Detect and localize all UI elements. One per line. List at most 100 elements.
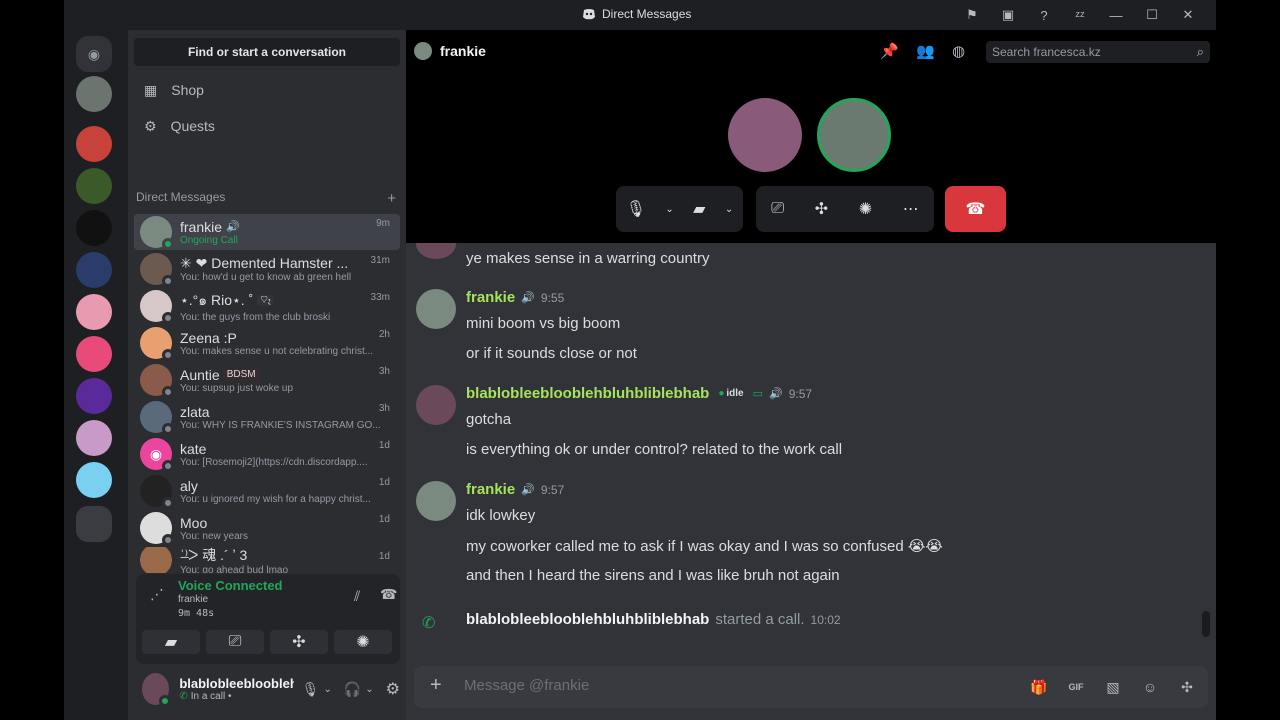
add-friend-icon[interactable]: 👥: [916, 42, 935, 60]
close-button[interactable]: ✕: [1170, 4, 1206, 26]
user-avatar[interactable]: [142, 673, 172, 707]
voice-status[interactable]: Voice Connected: [178, 578, 283, 593]
server-icon[interactable]: [76, 336, 112, 372]
help-icon[interactable]: ?: [1026, 4, 1062, 26]
dm-name: aly: [180, 477, 198, 494]
call-participant-avatar[interactable]: [728, 98, 802, 172]
server-icon[interactable]: [76, 126, 112, 162]
find-conversation-button[interactable]: Find or start a conversation: [134, 38, 400, 66]
inbox-icon[interactable]: ▣: [990, 4, 1026, 26]
server-icon[interactable]: [76, 210, 112, 246]
voice-channel[interactable]: frankie: [178, 594, 208, 605]
camera-off-icon[interactable]: ▰: [693, 199, 705, 219]
dm-item[interactable]: Moo You: new years 1d: [134, 510, 400, 546]
screenshare-button[interactable]: ⎚: [206, 630, 264, 654]
server-icon[interactable]: [76, 294, 112, 330]
dm-name: Auntie: [180, 366, 220, 383]
more-icon[interactable]: ⋯: [903, 199, 919, 219]
avatar[interactable]: [416, 481, 456, 521]
avatar[interactable]: [416, 289, 456, 329]
home-button[interactable]: ◉: [76, 36, 112, 72]
disconnect-icon[interactable]: ☎: [380, 586, 397, 603]
scrollbar[interactable]: [1202, 611, 1210, 637]
camera-button[interactable]: ▰: [142, 630, 200, 654]
hangup-button[interactable]: ☎: [945, 186, 1006, 232]
avatar: [140, 327, 174, 361]
create-dm-icon[interactable]: +: [387, 190, 396, 207]
headphones-icon[interactable]: 🎧: [344, 681, 361, 698]
dm-item[interactable]: Zeena :P You: makes sense u not celebrati…: [134, 325, 400, 361]
dm-tag: BDSM: [223, 369, 259, 380]
nav-quests[interactable]: ⚙ Quests: [134, 108, 400, 144]
dm-time: 1d: [378, 440, 390, 451]
hangup-icon: ☎: [965, 201, 986, 218]
chevron-down-icon[interactable]: ⌄: [323, 684, 331, 695]
server-icon[interactable]: [76, 252, 112, 288]
sticker-icon[interactable]: ▧: [1102, 676, 1124, 698]
author-name[interactable]: blablobleeblooblehbluhbliblebhab: [466, 385, 709, 402]
server-icon[interactable]: [76, 462, 112, 498]
dm-item[interactable]: aly You: u ignored my wish for a happy ch…: [134, 473, 400, 509]
noise-suppression-icon[interactable]: ⫽: [354, 588, 360, 605]
profile-icon[interactable]: ◍: [952, 42, 965, 60]
dm-header-label: Direct Messages: [136, 190, 226, 204]
dm-item[interactable]: ◉ kate You: [Rosemoji2](https://cdn.disco…: [134, 436, 400, 472]
nav-shop-label: Shop: [171, 82, 204, 98]
add-attachment-icon[interactable]: +: [430, 674, 442, 697]
dm-item[interactable]: ʿ̶⁾ᐳ 魂 .´ ʼ 3 You: go ahead bud lmao 1d: [134, 547, 400, 573]
dm-item[interactable]: frankie 🔊 Ongoing Call 9m: [134, 214, 400, 250]
call-text: started a call.: [715, 611, 805, 628]
message-input[interactable]: Message @frankie: [464, 677, 589, 694]
gif-icon[interactable]: GIF: [1065, 676, 1087, 698]
user-panel: blablobleeblooblehbl... ✆In a call • 🎙 ⌄…: [136, 664, 400, 714]
nav-shop[interactable]: ▦ Shop: [134, 72, 400, 108]
user-status: In a call •: [190, 691, 232, 702]
dm-time: 1d: [378, 477, 390, 488]
server-icon[interactable]: [76, 378, 112, 414]
signal-icon[interactable]: ⋰: [150, 586, 164, 603]
recipient-name[interactable]: frankie: [440, 43, 486, 59]
author-name[interactable]: frankie: [466, 289, 515, 306]
sleep-icon[interactable]: ᶻᶻ: [1062, 4, 1098, 26]
screenshare-icon[interactable]: ⎚: [771, 200, 784, 218]
voice-duration: 9m 48s: [178, 608, 215, 619]
mic-icon[interactable]: 🎙: [626, 199, 646, 219]
settings-icon[interactable]: ⚙: [386, 679, 400, 699]
dm-item[interactable]: zlata You: WHY IS FRANKIE'S INSTAGRAM GO.…: [134, 399, 400, 435]
server-icon[interactable]: [76, 168, 112, 204]
avatar[interactable]: [416, 385, 456, 425]
activity-button[interactable]: ✣: [270, 630, 328, 654]
server-icon[interactable]: [76, 420, 112, 456]
chevron-down-icon[interactable]: ⌄: [365, 684, 373, 695]
author-name[interactable]: blablobleeblooblehbluhbliblebhab: [466, 611, 709, 628]
maximize-button[interactable]: ☐: [1134, 4, 1170, 26]
call-participant-avatar[interactable]: [817, 98, 891, 172]
dm-item[interactable]: Auntie BDSM You: supsup just woke up 3h: [134, 362, 400, 398]
dm-item[interactable]: ⋆.°๑ Rio⋆. ˚ ♡ෑ You: the guys from the clu…: [134, 288, 400, 324]
call-server-avatar[interactable]: [76, 76, 112, 112]
chevron-down-icon[interactable]: ⌄: [665, 204, 673, 215]
activity-icon[interactable]: ✣: [815, 199, 828, 219]
search-icon[interactable]: ⌕: [1197, 44, 1204, 60]
activity-icon: ✣: [292, 634, 306, 651]
dm-time: 1d: [378, 514, 390, 525]
author-name[interactable]: frankie: [466, 481, 515, 498]
window-title: Direct Messages: [582, 7, 691, 21]
pin-icon[interactable]: 📌: [880, 42, 899, 60]
user-name[interactable]: blablobleeblooblehbl...: [179, 676, 293, 691]
search-input[interactable]: Search francesca.kz: [986, 41, 1210, 63]
soundboard-button[interactable]: ✺: [334, 630, 392, 654]
phone-icon: ✆: [422, 615, 436, 632]
gift-icon[interactable]: 🎁: [1028, 676, 1050, 698]
minimize-button[interactable]: —: [1098, 4, 1134, 26]
soundboard-icon[interactable]: ✺: [859, 199, 872, 219]
mic-icon[interactable]: 🎙: [302, 681, 320, 698]
message-time: 9:55: [540, 290, 565, 305]
server-folder[interactable]: [76, 506, 112, 542]
dm-item[interactable]: ✳ ❤ Demented Hamster ... You: how'd u get…: [134, 251, 400, 287]
phone-icon: ✆: [179, 691, 188, 702]
apps-icon[interactable]: ✣: [1176, 676, 1198, 698]
emoji-icon[interactable]: ☺: [1139, 676, 1161, 698]
chevron-down-icon[interactable]: ⌄: [725, 204, 733, 215]
flag-icon[interactable]: ⚑: [954, 4, 990, 26]
